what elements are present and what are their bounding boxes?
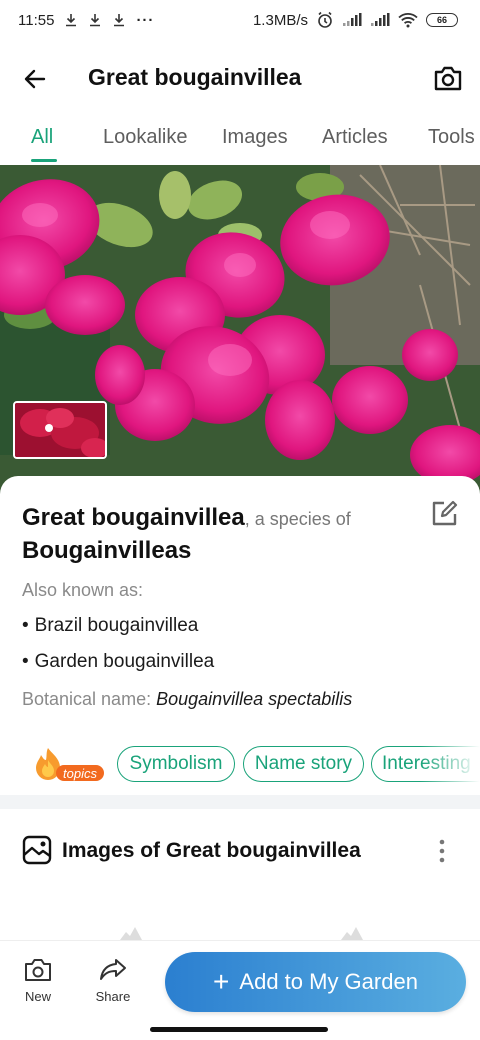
bougainvillea-thumbnail bbox=[15, 403, 105, 457]
also-known-item: • Brazil bougainvillea bbox=[22, 615, 199, 636]
tab-bar: All Lookalike Images Articles Tools bbox=[0, 112, 480, 166]
species-heading: Great bougainvillea, a species of Bougai… bbox=[22, 503, 402, 569]
more-vertical-icon bbox=[439, 839, 445, 863]
species-common-name: Great bougainvillea bbox=[22, 504, 245, 531]
also-known-item: • Garden bougainvillea bbox=[22, 651, 215, 672]
new-button[interactable]: New bbox=[8, 957, 68, 1017]
plus-icon: + bbox=[213, 966, 230, 997]
app-header: Great bougainvillea bbox=[0, 48, 480, 108]
image-placeholder-icon bbox=[341, 927, 363, 940]
species-of-text: , a species of bbox=[244, 509, 351, 529]
genus-link[interactable]: Bougainvilleas bbox=[22, 537, 191, 564]
download-icon bbox=[112, 13, 126, 27]
bottom-action-bar: New Share + Add to My Garden bbox=[0, 940, 480, 1040]
edit-icon bbox=[432, 500, 458, 526]
status-time: 11:55 bbox=[18, 11, 55, 29]
topics-label: topics bbox=[56, 765, 104, 781]
add-to-garden-label: Add to My Garden bbox=[239, 969, 418, 994]
home-indicator[interactable] bbox=[150, 1027, 328, 1032]
species-info-card: Great bougainvillea, a species of Bougai… bbox=[0, 476, 480, 796]
more-options-button[interactable] bbox=[430, 835, 454, 867]
battery-indicator: 66 bbox=[426, 13, 458, 27]
section-divider bbox=[0, 795, 480, 809]
more-notifications: ··· bbox=[136, 11, 155, 29]
alarm-icon bbox=[316, 11, 334, 29]
botanical-name: Bougainvillea spectabilis bbox=[156, 689, 353, 709]
download-icon bbox=[64, 13, 78, 27]
tab-all[interactable]: All bbox=[31, 126, 53, 149]
topics-row: topics Symbolism Name story Interesting bbox=[0, 742, 480, 786]
share-button[interactable]: Share bbox=[83, 957, 143, 1017]
wifi-icon bbox=[398, 12, 418, 28]
signal-icon bbox=[342, 13, 362, 27]
thumbnail-image[interactable] bbox=[13, 401, 107, 459]
topic-chip-name-story[interactable]: Name story bbox=[243, 746, 364, 782]
plant-hero-image[interactable] bbox=[0, 165, 480, 495]
tab-articles[interactable]: Articles bbox=[322, 126, 388, 149]
active-tab-indicator bbox=[31, 159, 57, 162]
new-label: New bbox=[24, 989, 51, 1004]
topics-badge: topics bbox=[30, 746, 108, 782]
tab-tools[interactable]: Tools bbox=[428, 126, 475, 149]
back-button[interactable] bbox=[18, 62, 52, 96]
tab-lookalike[interactable]: Lookalike bbox=[103, 126, 188, 149]
also-known-label: Also known as: bbox=[22, 580, 144, 600]
arrow-left-icon bbox=[24, 69, 46, 89]
status-bar: 11:55 ··· 1.3MB/s 66 bbox=[0, 0, 480, 40]
camera-icon bbox=[434, 66, 462, 91]
edit-button[interactable] bbox=[428, 498, 460, 530]
signal-icon bbox=[370, 13, 390, 27]
add-to-garden-button[interactable]: + Add to My Garden bbox=[165, 952, 466, 1012]
images-section-title: Images of Great bougainvillea bbox=[62, 839, 361, 862]
download-icon bbox=[88, 13, 102, 27]
botanical-name-row: Botanical name: Bougainvillea spectabili… bbox=[22, 689, 352, 710]
page-title: Great bougainvillea bbox=[88, 64, 302, 90]
botanical-label: Botanical name: bbox=[22, 689, 152, 709]
camera-button[interactable] bbox=[430, 60, 466, 96]
images-section: Images of Great bougainvillea bbox=[0, 809, 480, 940]
camera-icon bbox=[25, 959, 51, 981]
chip-fade bbox=[420, 742, 480, 786]
tab-images[interactable]: Images bbox=[222, 126, 288, 149]
image-placeholder-icon bbox=[120, 927, 142, 940]
gallery-icon bbox=[22, 835, 52, 865]
share-label: Share bbox=[95, 989, 131, 1004]
network-speed: 1.3MB/s bbox=[252, 11, 308, 29]
topic-chip-symbolism[interactable]: Symbolism bbox=[117, 746, 235, 782]
share-icon bbox=[100, 959, 126, 980]
